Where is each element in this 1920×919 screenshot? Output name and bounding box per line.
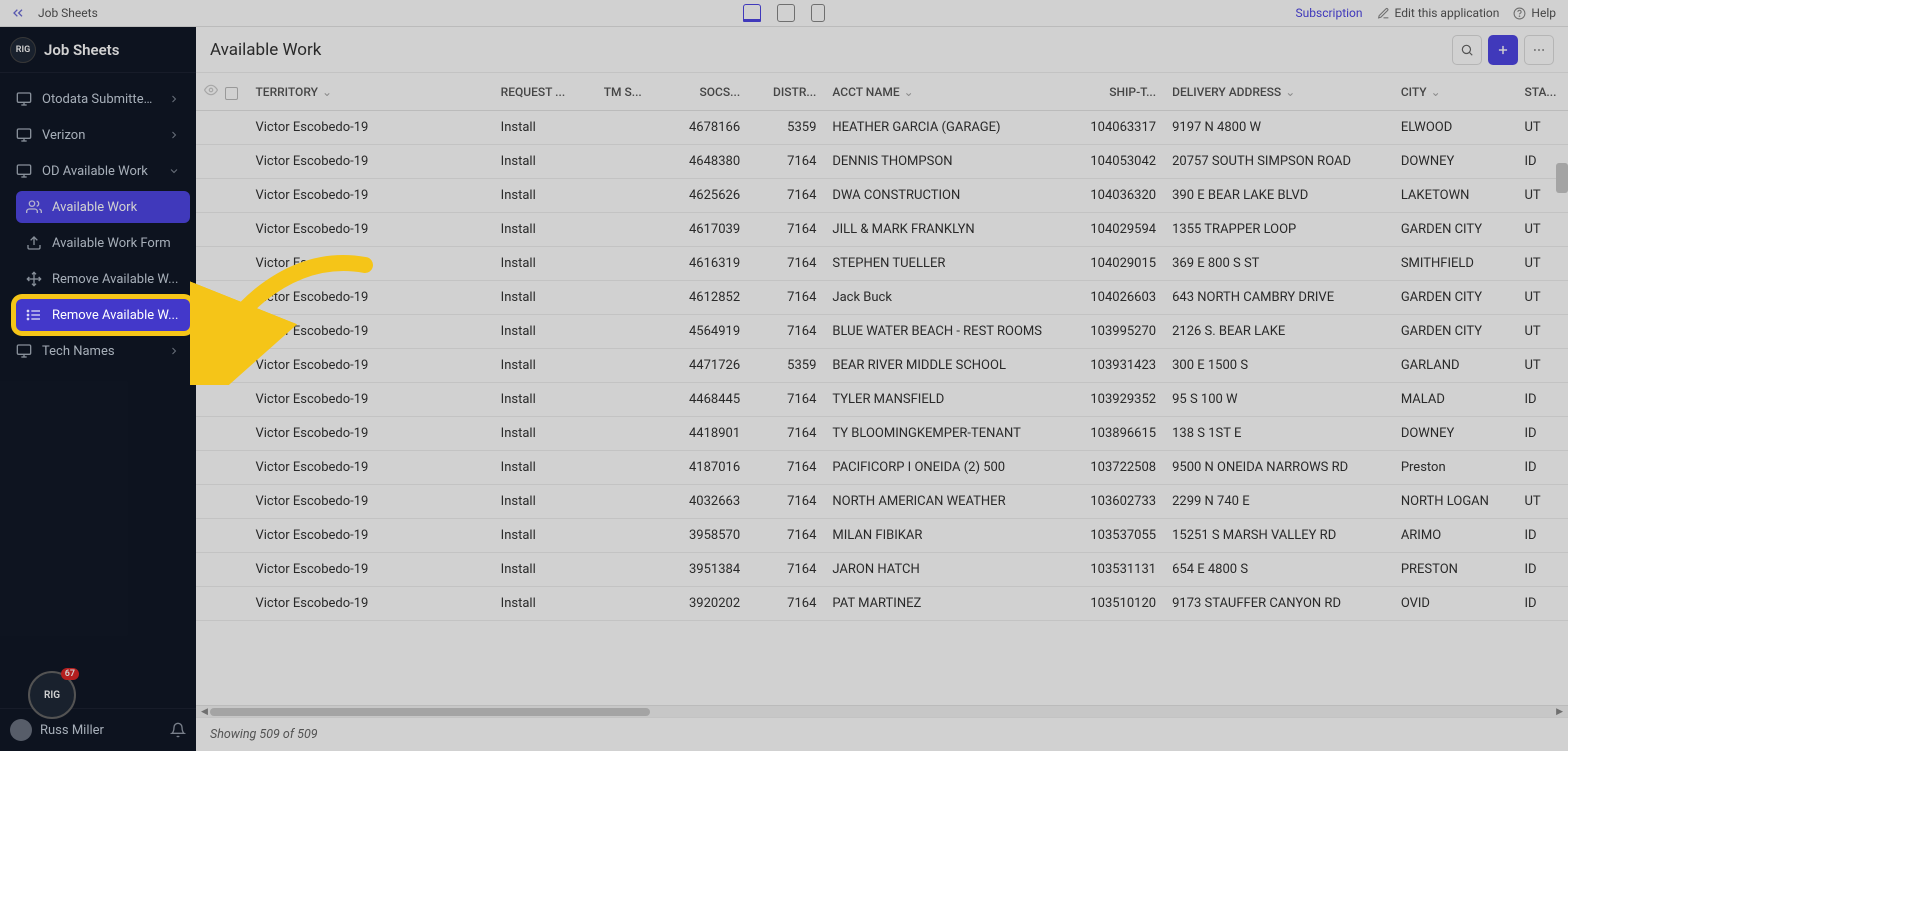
breadcrumb-bar: Job Sheets Subscription Edit this applic… [0,0,1568,27]
table-row[interactable]: Victor Escobedo-19Install41870167164PACI… [196,451,1568,485]
table-row[interactable]: Victor Escobedo-19Install40326637164NORT… [196,485,1568,519]
table-row[interactable]: Victor Escobedo-19Install46163197164STEP… [196,247,1568,281]
nav-item-5[interactable]: Remove Available W... [16,263,190,295]
device-mobile-icon[interactable] [811,4,825,22]
scroll-thumb[interactable] [210,708,650,716]
nav-item-1[interactable]: Verizon [6,119,190,151]
col-city[interactable]: CITY⌄ [1393,73,1517,111]
nav-label: Verizon [42,128,158,143]
select-all-header[interactable] [196,73,247,111]
nav: Otodata Submitted ... Verizon OD Available… [0,73,196,708]
edit-app-label: Edit this application [1395,6,1500,20]
table-row[interactable]: Victor Escobedo-19Install46256267164DWA … [196,179,1568,213]
table-footer: Showing 509 of 509 [196,717,1568,751]
footer-text: Showing 509 of 509 [210,727,318,742]
nav-label: Remove Available W... [52,272,180,287]
breadcrumb-title: Job Sheets [38,6,98,20]
table-row[interactable]: Victor Escobedo-19Install46170397164JILL… [196,213,1568,247]
edit-app-button[interactable]: Edit this application [1377,6,1500,20]
nav-label: Available Work Form [52,236,180,251]
device-desktop-icon[interactable] [743,4,761,22]
nav-label: OD Available Work [42,164,158,179]
user-name: Russ Miller [40,723,104,738]
col-distr[interactable]: DISTR... [748,73,824,111]
table-row[interactable]: Victor Escobedo-19Install39513847164JARO… [196,553,1568,587]
table-row[interactable]: Victor Escobedo-19Install44717265359BEAR… [196,349,1568,383]
nav-label: Remove Available W... [52,308,180,323]
sidebar: RIG Job Sheets Otodata Submitted ... Veri… [0,27,196,751]
horizontal-scrollbar[interactable]: ◀ ▶ [196,705,1568,717]
table-row[interactable]: Victor Escobedo-19Install45649197164BLUE… [196,315,1568,349]
nav-item-3[interactable]: Available Work [16,191,190,223]
col-territory[interactable]: TERRITORY⌄ [247,73,492,111]
help-button[interactable]: Help [1513,6,1556,20]
scroll-left-icon[interactable]: ◀ [198,706,211,718]
eye-icon [204,83,218,97]
col-socs[interactable]: SOCS... [672,73,748,111]
monitor-icon [16,343,32,359]
nav-label: Otodata Submitted ... [42,92,158,107]
bell-icon[interactable] [170,722,186,738]
monitor-icon [16,163,32,179]
app-title: Job Sheets [44,41,119,59]
monitor-icon [16,91,32,107]
monitor-icon [16,127,32,143]
table-row[interactable]: Victor Escobedo-19Install44684457164TYLE… [196,383,1568,417]
move-icon [26,271,42,287]
nav-item-2[interactable]: OD Available Work [6,155,190,187]
col-acct[interactable]: ACCT NAME⌄ [824,73,1079,111]
list-icon [26,307,42,323]
users-icon [26,199,42,215]
help-label: Help [1531,6,1556,20]
chevron-right-icon [168,129,180,141]
table-row[interactable]: Victor Escobedo-19Install44189017164TY B… [196,417,1568,451]
table-row[interactable]: Victor Escobedo-19Install39585707164MILA… [196,519,1568,553]
vertical-scrollbar[interactable] [1556,163,1568,193]
col-tms[interactable]: TM S... [596,73,672,111]
subscription-link[interactable]: Subscription [1296,6,1363,20]
table-row[interactable]: Victor Escobedo-19Install46483807164DENN… [196,145,1568,179]
data-table: TERRITORY⌄ REQUEST ... TM S... SOCS... D… [196,73,1568,621]
col-addr[interactable]: DELIVERY ADDRESS⌄ [1164,73,1393,111]
device-tablet-icon[interactable] [777,4,795,22]
more-button[interactable] [1524,35,1554,65]
table-row[interactable]: Victor Escobedo-19Install46781665359HEAT… [196,111,1568,145]
chevron-down-icon [168,165,180,177]
upload-icon [26,235,42,251]
back-button[interactable] [8,3,28,23]
user-avatar[interactable] [10,719,32,741]
scroll-right-icon[interactable]: ▶ [1553,706,1566,718]
col-ship[interactable]: SHIP-T... [1080,73,1164,111]
nav-item-7[interactable]: Tech Names [6,335,190,367]
chevron-right-icon [168,345,180,357]
chevron-right-icon [168,93,180,105]
table-row[interactable]: Victor Escobedo-19Install46128527164Jack… [196,281,1568,315]
add-button[interactable] [1488,35,1518,65]
page-title: Available Work [210,40,321,60]
nav-item-6[interactable]: Remove Available W... [16,299,190,331]
org-avatar-badge[interactable]: RIG [28,671,76,719]
nav-label: Tech Names [42,344,158,359]
col-request[interactable]: REQUEST ... [493,73,596,111]
nav-item-4[interactable]: Available Work Form [16,227,190,259]
table-row[interactable]: Victor Escobedo-19Install39202027164PAT … [196,587,1568,621]
search-button[interactable] [1452,35,1482,65]
nav-item-0[interactable]: Otodata Submitted ... [6,83,190,115]
app-logo: RIG [10,37,36,63]
nav-label: Available Work [52,200,180,215]
col-sta[interactable]: STA... [1516,73,1568,111]
